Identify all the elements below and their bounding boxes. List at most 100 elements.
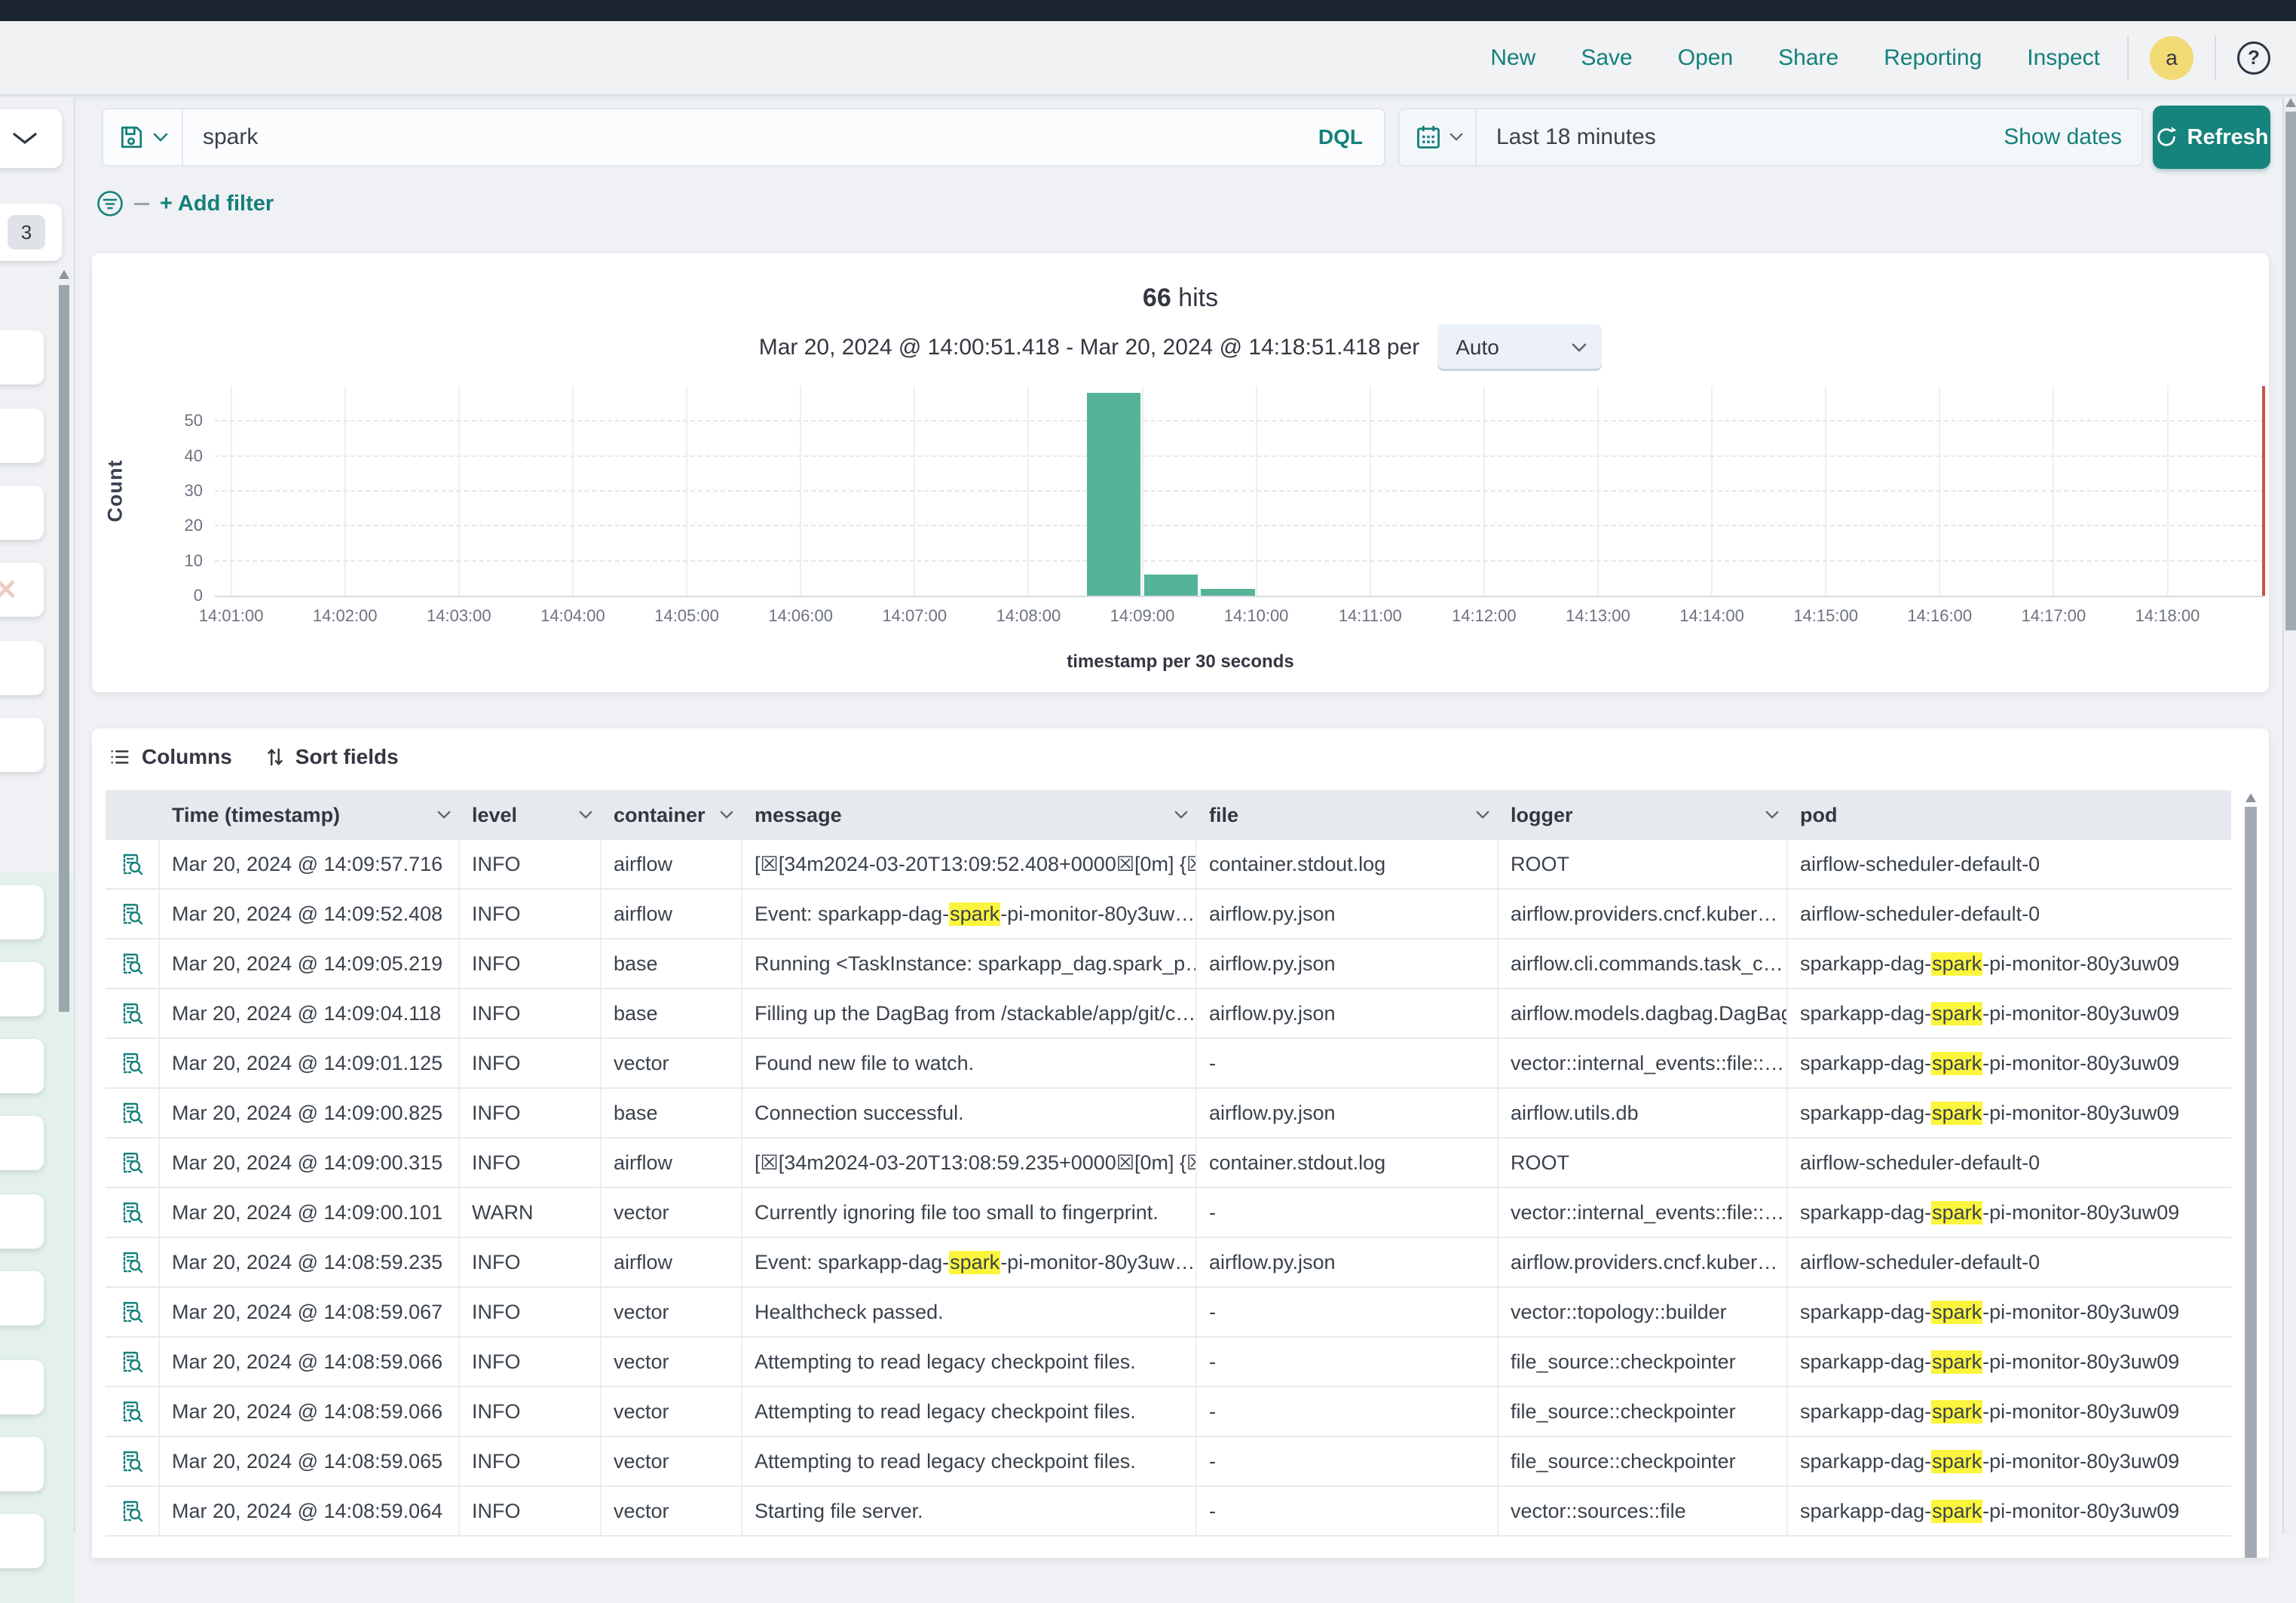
filter-bar: + Add filter	[96, 188, 274, 219]
chevron-down-icon[interactable]	[1765, 811, 1779, 820]
expand-document-icon[interactable]	[120, 1101, 144, 1125]
sidebar-field-item[interactable]	[0, 885, 44, 939]
column-header-message[interactable]: message	[742, 790, 1197, 840]
show-dates-button[interactable]: Show dates	[2004, 124, 2141, 150]
search-input[interactable]: spark	[183, 124, 1318, 150]
expand-document-icon[interactable]	[120, 1001, 144, 1025]
nav-link-new[interactable]: New	[1468, 45, 1558, 71]
columns-button[interactable]: Columns	[109, 745, 232, 769]
sidebar-field-item[interactable]	[0, 330, 44, 385]
expand-row-button[interactable]	[106, 1288, 160, 1336]
cell-pod: sparkapp-dag-spark-pi-monitor-80y3uw09	[1788, 989, 2229, 1038]
x-tick-label: 14:10:00	[1204, 606, 1309, 626]
add-filter-button[interactable]: + Add filter	[160, 192, 274, 216]
sidebar-field-item[interactable]	[0, 718, 44, 772]
expand-row-button[interactable]	[106, 939, 160, 988]
sidebar-field-item[interactable]	[0, 1360, 44, 1415]
page-scrollbar-thumb[interactable]	[2285, 112, 2296, 630]
expand-row-button[interactable]	[106, 1437, 160, 1485]
sidebar-collapse-button[interactable]	[0, 109, 62, 168]
sidebar-field-item[interactable]	[0, 486, 44, 540]
chevron-down-icon[interactable]	[1174, 811, 1188, 820]
sidebar-field-item[interactable]	[0, 1437, 44, 1491]
expand-document-icon[interactable]	[120, 852, 144, 876]
histogram-bar[interactable]	[1087, 393, 1141, 596]
nav-links: NewSaveOpenShareReportingInspect	[1468, 45, 2123, 71]
chevron-down-icon[interactable]	[437, 811, 451, 820]
refresh-button[interactable]: Refresh	[2153, 106, 2270, 169]
expand-document-icon[interactable]	[120, 1399, 144, 1424]
expand-document-icon[interactable]	[120, 902, 144, 926]
chevron-down-icon[interactable]	[579, 811, 592, 820]
sort-fields-button[interactable]: Sort fields	[265, 745, 399, 769]
expand-row-button[interactable]	[106, 989, 160, 1038]
table-scroll-up-arrow[interactable]	[2245, 793, 2256, 802]
histogram-chart[interactable]: Count 14:01:0014:02:0014:03:0014:04:0014…	[215, 386, 2265, 596]
expand-document-icon[interactable]	[120, 1051, 144, 1075]
column-header-time[interactable]: Time (timestamp)	[160, 790, 460, 840]
sidebar-field-item[interactable]	[0, 409, 44, 463]
sidebar-field-item[interactable]	[0, 1514, 44, 1568]
table-scrollbar[interactable]	[2245, 807, 2257, 1558]
interval-select[interactable]: Auto	[1437, 324, 1602, 371]
sidebar-field-item[interactable]	[0, 1116, 44, 1170]
column-header-file[interactable]: file	[1197, 790, 1499, 840]
expand-document-icon[interactable]	[120, 1499, 144, 1523]
expand-row-button[interactable]	[106, 1487, 160, 1535]
expand-document-icon[interactable]	[120, 1151, 144, 1175]
expand-row-button[interactable]	[106, 1338, 160, 1386]
cell-container: airflow	[602, 1238, 742, 1286]
table-row: Mar 20, 2024 @ 14:09:04.118INFObaseFilli…	[106, 989, 2231, 1039]
sidebar-field-item[interactable]: ✕	[0, 562, 44, 617]
expand-row-button[interactable]	[106, 1039, 160, 1087]
expand-row-button[interactable]	[106, 890, 160, 938]
cell-container: airflow	[602, 840, 742, 888]
page-scrollbar-track[interactable]	[2282, 97, 2296, 1534]
expand-document-icon[interactable]	[120, 1350, 144, 1374]
expand-row-button[interactable]	[106, 1139, 160, 1187]
help-icon[interactable]: ?	[2237, 41, 2270, 75]
expand-row-button[interactable]	[106, 1089, 160, 1137]
page-scroll-up-arrow[interactable]	[2285, 98, 2296, 107]
cell-container: vector	[602, 1338, 742, 1386]
sidebar-scroll-up-arrow[interactable]	[59, 270, 69, 279]
saved-query-menu-button[interactable]	[103, 109, 182, 165]
nav-link-open[interactable]: Open	[1655, 45, 1756, 71]
filter-icon[interactable]	[96, 190, 124, 217]
avatar[interactable]: a	[2150, 36, 2193, 80]
expand-row-button[interactable]	[106, 1387, 160, 1436]
histogram-bar[interactable]	[1201, 589, 1255, 596]
column-header-logger[interactable]: logger	[1499, 790, 1788, 840]
cell-pod: airflow-scheduler-default-0	[1788, 1238, 2229, 1286]
expand-document-icon[interactable]	[120, 1300, 144, 1324]
expand-document-icon[interactable]	[120, 1449, 144, 1473]
chevron-down-icon[interactable]	[1476, 811, 1489, 820]
list-icon	[109, 746, 131, 768]
expand-row-button[interactable]	[106, 1188, 160, 1237]
expand-row-button[interactable]	[106, 840, 160, 888]
expand-document-icon[interactable]	[120, 952, 144, 976]
expand-row-button[interactable]	[106, 1238, 160, 1286]
column-header-container[interactable]: container	[602, 790, 742, 840]
query-language-button[interactable]: DQL	[1318, 125, 1384, 149]
nav-link-share[interactable]: Share	[1756, 45, 1861, 71]
chevron-down-icon[interactable]	[720, 811, 733, 820]
nav-link-save[interactable]: Save	[1558, 45, 1655, 71]
sidebar-field-item[interactable]	[0, 1271, 44, 1326]
time-range-value[interactable]: Last 18 minutes	[1477, 124, 2004, 150]
remove-field-icon[interactable]: ✕	[0, 573, 18, 607]
expand-document-icon[interactable]	[120, 1200, 144, 1224]
histogram-bar[interactable]	[1144, 575, 1199, 596]
nav-link-inspect[interactable]: Inspect	[2004, 45, 2123, 71]
column-header-level[interactable]: level	[460, 790, 602, 840]
sidebar-field-item[interactable]	[0, 962, 44, 1016]
column-header-pod[interactable]: pod	[1788, 790, 2229, 840]
sidebar-field-item[interactable]	[0, 1194, 44, 1249]
sidebar-scrollbar[interactable]	[59, 285, 69, 1012]
cell-logger: airflow.cli.commands.task_c…	[1499, 939, 1788, 988]
nav-link-reporting[interactable]: Reporting	[1861, 45, 2004, 71]
sidebar-field-item[interactable]	[0, 641, 44, 695]
quick-select-menu-button[interactable]	[1400, 109, 1475, 165]
expand-document-icon[interactable]	[120, 1250, 144, 1274]
sidebar-field-item[interactable]	[0, 1039, 44, 1093]
